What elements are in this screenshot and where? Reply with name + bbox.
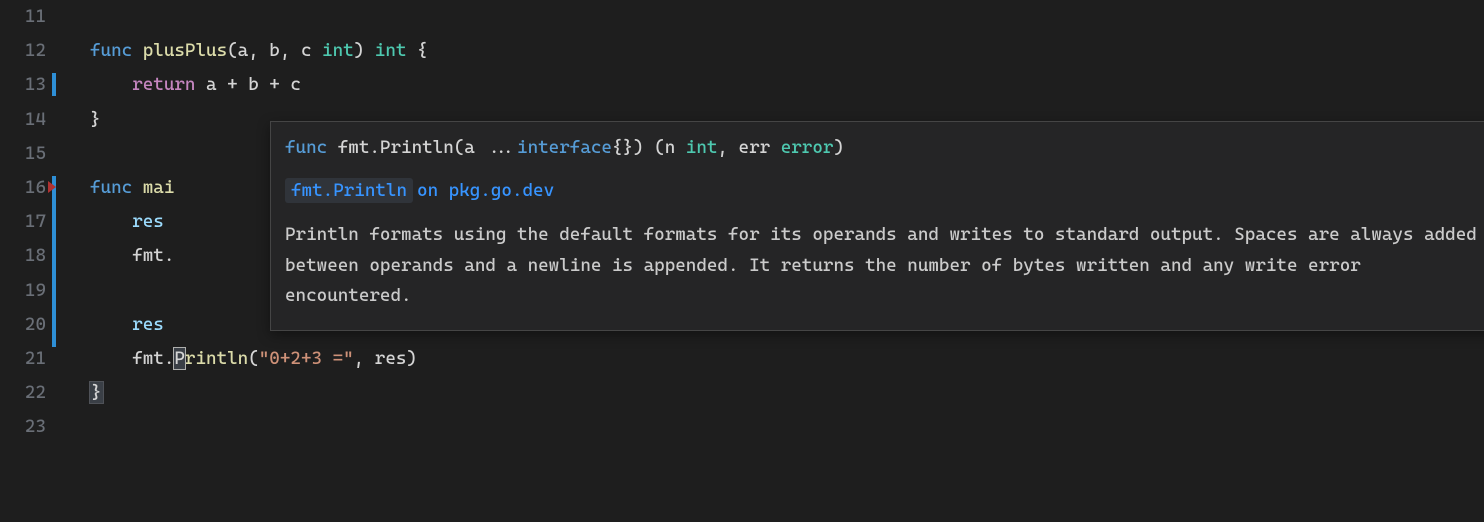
line-number: 11 [0, 0, 46, 34]
code-line[interactable] [60, 410, 1484, 444]
method-call: rintln [185, 348, 248, 369]
text-cursor: P [174, 348, 185, 369]
type: int [375, 40, 407, 61]
code-line[interactable]: func plusPlus(a, b, c int) int { [60, 34, 1484, 68]
hover-signature: func fmt.Println(a ...interface{}) (n in… [285, 134, 1484, 163]
hover-tooltip[interactable]: func fmt.Println(a ...interface{}) (n in… [270, 121, 1484, 330]
hover-description: Println formats using the default format… [285, 220, 1484, 312]
code-line[interactable]: return a + b + c [60, 68, 1484, 102]
string-literal: "0+2+3 =" [259, 348, 354, 369]
keyword: func [90, 177, 132, 198]
brace-match: } [90, 382, 103, 403]
line-number: 14 [0, 103, 46, 137]
doc-link-suffix: on pkg.go.dev [417, 180, 554, 201]
type: int [322, 40, 354, 61]
line-number: 12 [0, 34, 46, 68]
line-number: 16 [0, 171, 46, 205]
keyword: func [90, 40, 132, 61]
code-line[interactable]: } [60, 376, 1484, 410]
keyword: return [132, 74, 195, 95]
code-line[interactable]: fmt.Println("0+2+3 =", res) [60, 342, 1484, 376]
line-number: 21 [0, 342, 46, 376]
gutter-error-marker-icon [48, 181, 56, 193]
line-number: 13 [0, 68, 46, 102]
line-number: 23 [0, 410, 46, 444]
code-line[interactable] [60, 0, 1484, 34]
func-name: plusPlus [143, 40, 227, 61]
line-number: 15 [0, 137, 46, 171]
modified-indicator [52, 73, 56, 96]
hover-link-row: fmt.Printlnon pkg.go.dev [285, 177, 1484, 206]
doc-link[interactable]: fmt.Printlnon pkg.go.dev [285, 180, 554, 201]
line-number: 19 [0, 274, 46, 308]
modified-indicator [52, 176, 56, 347]
line-number-gutter: 11121314151617181920212223 [0, 0, 60, 522]
code-area[interactable]: func plusPlus(a, b, c int) int { return … [60, 0, 1484, 522]
line-number: 18 [0, 239, 46, 273]
line-number: 22 [0, 376, 46, 410]
line-number: 20 [0, 308, 46, 342]
code-editor[interactable]: 11121314151617181920212223 func plusPlus… [0, 0, 1484, 522]
func-name: mai [132, 177, 174, 198]
doc-link-name: fmt.Println [285, 178, 413, 203]
line-number: 17 [0, 205, 46, 239]
